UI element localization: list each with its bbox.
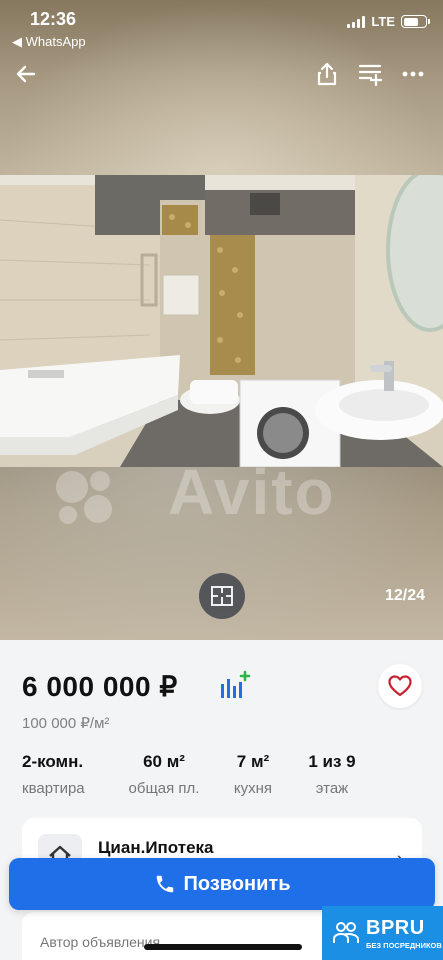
photo-gallery[interactable]: Avito 12:36 ◀ WhatsApp LTE 12/24 [0, 0, 443, 640]
floorplan-icon [211, 586, 233, 606]
avito-watermark-text: Avito [168, 456, 336, 528]
bathroom-photo-image [0, 175, 443, 467]
signal-icon [347, 15, 366, 28]
photo-counter: 12/24 [384, 587, 425, 604]
listing-price: 6 000 000 ₽ [22, 671, 178, 702]
price-per-square-meter: 100 000 ₽/м² [22, 715, 110, 732]
badge-title: BPRU [366, 916, 425, 939]
param-label: кухня [233, 780, 273, 797]
floorplan-button[interactable] [199, 573, 245, 619]
param-rooms: 2-комн. квартира [22, 752, 85, 797]
call-button-label: Позвонить [183, 872, 291, 895]
agent-name: Циан.Ипотека [98, 838, 214, 857]
param-label: общая пл. [128, 780, 200, 797]
favorite-button[interactable] [378, 664, 422, 708]
network-type: LTE [371, 14, 395, 29]
bpru-badge: BPRU БЕЗ ПОСРЕДНИКОВ [322, 906, 443, 960]
status-indicators: LTE [347, 14, 430, 29]
param-value: 60 м² [143, 752, 185, 771]
badge-subtitle: БЕЗ ПОСРЕДНИКОВ [366, 940, 442, 950]
param-label: квартира [22, 780, 85, 797]
people-icon [333, 922, 359, 943]
param-value: 1 из 9 [308, 752, 356, 771]
param-kitchen-area: 7 м² кухня [228, 752, 278, 797]
phone-icon [156, 875, 173, 893]
listing-photo[interactable] [0, 175, 443, 467]
heart-icon [388, 675, 412, 697]
list-add-icon [358, 64, 383, 87]
author-label: Автор объявления [40, 934, 161, 950]
back-button[interactable] [10, 58, 42, 90]
share-button[interactable] [311, 58, 343, 90]
price-chart-icon [221, 670, 251, 698]
param-value: 7 м² [236, 752, 270, 771]
avito-dots-icon [56, 471, 112, 524]
price-history-button[interactable] [218, 670, 252, 704]
more-options-button[interactable] [397, 58, 429, 90]
param-value: 2-комн. [22, 752, 84, 771]
more-dots-icon [402, 71, 424, 77]
param-total-area: 60 м² общая пл. [124, 752, 204, 797]
arrow-left-icon [16, 65, 36, 83]
home-indicator[interactable] [144, 944, 302, 950]
avito-watermark: Avito [50, 455, 390, 535]
battery-icon [401, 15, 430, 28]
param-floor: 1 из 9 этаж [306, 752, 358, 797]
share-icon [317, 62, 337, 86]
add-to-list-button[interactable] [354, 58, 386, 90]
param-label: этаж [315, 780, 349, 797]
status-time: 12:36 [30, 9, 77, 29]
call-button[interactable]: Позвонить [9, 858, 435, 910]
back-to-app-link[interactable]: ◀ WhatsApp [12, 34, 86, 50]
